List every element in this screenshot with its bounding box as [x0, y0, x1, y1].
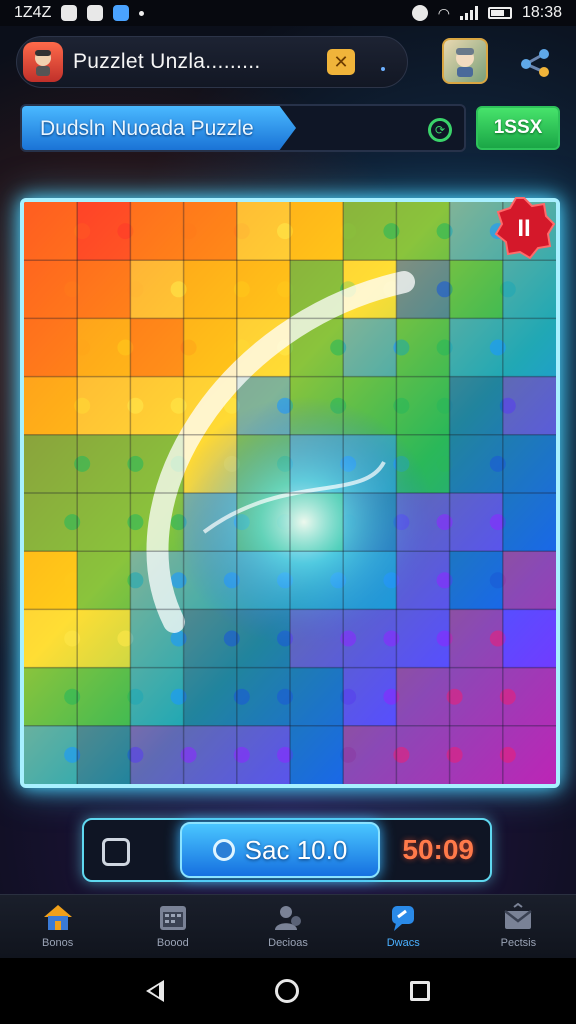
puzzle-piece[interactable]	[502, 609, 556, 668]
puzzle-piece[interactable]	[183, 202, 237, 261]
title-bar: Puzzlet Unzla......... ✕	[16, 36, 408, 88]
puzzle-piece[interactable]	[502, 260, 556, 319]
chat-icon	[392, 906, 415, 931]
tab-label: Boood	[156, 937, 189, 949]
timer: 50:09	[402, 834, 474, 865]
tab-calendar[interactable]: Boood	[115, 895, 230, 958]
player-avatar[interactable]	[23, 42, 63, 82]
more-notifications-dot	[139, 10, 145, 16]
home-circle-icon[interactable]	[274, 979, 299, 1003]
character-icon	[35, 50, 51, 76]
tab-label: Decioas	[268, 937, 308, 949]
puzzle-board[interactable]	[20, 198, 560, 788]
puzzle-piece[interactable]	[77, 376, 131, 435]
puzzle-piece[interactable]	[77, 725, 131, 784]
control-bar: Sac 10.0 50:09	[82, 818, 492, 882]
tab-label: Pectsis	[500, 937, 537, 949]
level-title: Dudsln Nuoada Puzzle	[40, 117, 254, 140]
puzzle-piece[interactable]	[24, 376, 78, 435]
puzzle-piece[interactable]	[24, 318, 78, 377]
play-icon[interactable]	[102, 838, 130, 866]
puzzle-piece[interactable]	[502, 551, 556, 610]
puzzle-piece[interactable]	[502, 667, 556, 726]
puzzle-piece[interactable]	[77, 260, 131, 319]
puzzle-piece[interactable]	[24, 434, 78, 493]
puzzle-piece[interactable]	[130, 725, 184, 784]
puzzle-piece[interactable]	[183, 260, 237, 319]
character-icon	[456, 48, 474, 77]
swirl-glow	[104, 332, 504, 712]
puzzle-piece[interactable]	[502, 493, 556, 552]
puzzle-piece[interactable]	[290, 725, 344, 784]
puzzle-piece[interactable]	[343, 725, 397, 784]
puzzle-piece[interactable]	[24, 202, 78, 261]
puzzle-piece[interactable]	[130, 318, 184, 377]
signal-icon	[459, 6, 478, 20]
share-icon[interactable]	[516, 44, 556, 80]
home-icon	[43, 905, 72, 930]
score-label: Sac 10.0	[244, 834, 348, 865]
corner-badge-label: II	[517, 215, 530, 242]
puzzle-piece[interactable]	[502, 318, 556, 377]
system-nav-bar	[0, 958, 576, 1024]
hero-character-button[interactable]	[442, 38, 488, 84]
puzzle-piece[interactable]	[449, 725, 503, 784]
tab-bar: Bonos Boood Decioas Dwacs Pectsis	[0, 894, 576, 958]
app-notification-icon	[87, 5, 104, 21]
puzzle-piece[interactable]	[502, 434, 556, 493]
puzzle-piece[interactable]	[502, 725, 556, 784]
puzzle-piece[interactable]	[449, 260, 503, 319]
mail-icon	[504, 903, 533, 929]
calendar-icon	[159, 906, 186, 930]
puzzle-piece[interactable]	[77, 667, 131, 726]
score-icon	[212, 839, 235, 861]
alarm-icon	[411, 5, 428, 21]
people-icon	[275, 906, 301, 930]
status-bar: 1Z4Z ◠ 18:38	[0, 0, 576, 26]
score-button[interactable]: Sac 10.0	[180, 822, 380, 878]
recent-apps-icon[interactable]	[410, 981, 431, 1001]
puzzle-piece[interactable]	[130, 202, 184, 261]
tab-label: Dwacs	[386, 937, 420, 949]
tab-home[interactable]: Bonos	[0, 895, 115, 958]
status-time: 18:38	[521, 4, 562, 21]
messenger-icon	[113, 5, 130, 21]
puzzle-piece[interactable]	[183, 725, 237, 784]
puzzle-piece[interactable]	[396, 725, 450, 784]
back-icon[interactable]	[145, 980, 164, 1002]
notification-icon	[61, 5, 78, 21]
close-badge-icon[interactable]: ✕	[327, 49, 355, 75]
status-time-left: 1Z4Z	[14, 4, 52, 21]
corner-badge[interactable]: II	[492, 196, 556, 260]
app-title: Puzzlet Unzla.........	[73, 50, 261, 73]
tab-label: Bonos	[42, 937, 74, 949]
puzzle-canvas[interactable]	[24, 202, 556, 784]
level-progress-bar: Dudsln Nuoada Puzzle ⟳	[20, 104, 466, 152]
indicator-dot	[381, 67, 385, 71]
tab-mail[interactable]: Pectsis	[461, 895, 576, 958]
tab-chat[interactable]: Dwacs	[346, 895, 461, 958]
puzzle-piece[interactable]	[449, 667, 503, 726]
wifi-icon: ◠	[437, 4, 450, 21]
puzzle-piece[interactable]	[290, 202, 344, 261]
tab-people[interactable]: Decioas	[230, 895, 345, 958]
puzzle-piece[interactable]	[502, 376, 556, 435]
action-button[interactable]: 1SSX	[476, 106, 560, 150]
refresh-icon[interactable]: ⟳	[428, 118, 452, 142]
battery-icon	[487, 7, 512, 19]
